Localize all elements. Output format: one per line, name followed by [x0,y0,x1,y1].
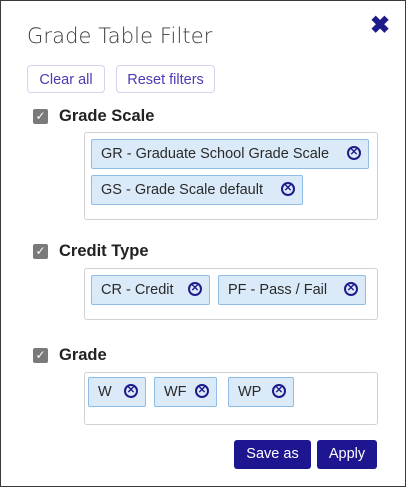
remove-chip-icon[interactable]: ✕ [188,282,202,296]
chip-label: GS - Grade Scale default [101,182,263,198]
apply-button[interactable]: Apply [317,440,377,469]
credit-type-chip-box[interactable]: CR - Credit ✕ PF - Pass / Fail ✕ [84,268,378,320]
credit-type-heading: Credit Type [59,242,149,260]
grade-scale-chip-box[interactable]: GR - Graduate School Grade Scale ✕ GS - … [84,132,378,220]
chip-label: W [98,384,112,400]
chip-grade-wp: WP ✕ [228,377,294,407]
chip-label: GR - Graduate School Grade Scale [101,146,330,162]
chip-grade-wf: WF ✕ [154,377,217,407]
remove-chip-icon[interactable]: ✕ [281,182,295,196]
remove-chip-icon[interactable]: ✕ [272,384,286,398]
chip-label: WP [238,384,262,400]
remove-chip-icon[interactable]: ✕ [195,384,209,398]
save-as-button[interactable]: Save as [234,440,311,469]
chip-grade-scale-gr: GR - Graduate School Grade Scale ✕ [91,139,369,169]
chip-label: PF - Pass / Fail [228,282,328,298]
grade-scale-checkbox[interactable]: ✓ [33,109,48,124]
chip-grade-scale-gs: GS - Grade Scale default ✕ [91,175,303,205]
grade-checkbox[interactable]: ✓ [33,348,48,363]
remove-chip-icon[interactable]: ✕ [347,146,361,160]
dialog-title: Grade Table Filter [27,24,213,48]
chip-label: WF [164,384,187,400]
grade-heading: Grade [59,346,107,364]
grade-scale-heading: Grade Scale [59,107,155,125]
remove-chip-icon[interactable]: ✕ [124,384,138,398]
grade-table-filter-dialog: Grade Table Filter ✖ Clear all Reset fil… [0,0,406,487]
chip-grade-w: W ✕ [88,377,146,407]
reset-filters-button[interactable]: Reset filters [116,65,215,93]
remove-chip-icon[interactable]: ✕ [344,282,358,296]
chip-credit-type-pf: PF - Pass / Fail ✕ [218,275,366,305]
chip-credit-type-cr: CR - Credit ✕ [91,275,210,305]
grade-chip-box[interactable]: W ✕ WF ✕ WP ✕ [84,372,378,425]
chip-label: CR - Credit [101,282,174,298]
credit-type-checkbox[interactable]: ✓ [33,244,48,259]
close-icon[interactable]: ✖ [368,14,392,38]
clear-all-button[interactable]: Clear all [27,65,105,93]
